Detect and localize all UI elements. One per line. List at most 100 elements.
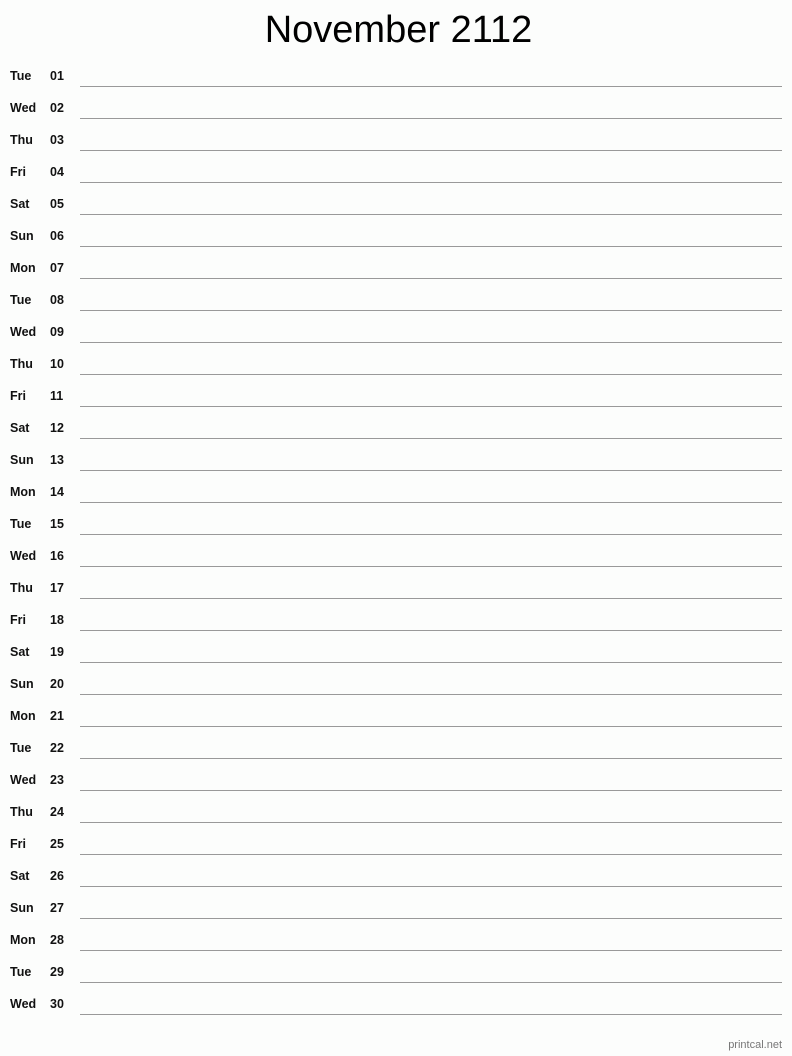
day-number: 03 bbox=[50, 133, 64, 147]
day-of-week: Wed bbox=[10, 101, 37, 115]
day-of-week: Fri bbox=[10, 165, 26, 179]
day-of-week: Sun bbox=[10, 453, 34, 467]
writing-line bbox=[80, 374, 782, 375]
day-of-week: Sat bbox=[10, 421, 30, 435]
day-number: 26 bbox=[50, 869, 64, 883]
day-number: 15 bbox=[50, 517, 64, 531]
day-row: Tue 22 bbox=[0, 732, 792, 764]
writing-line bbox=[80, 598, 782, 599]
day-of-week: Sun bbox=[10, 677, 34, 691]
day-row: Sat 05 bbox=[0, 188, 792, 220]
day-of-week: Sat bbox=[10, 197, 30, 211]
day-row: Mon 07 bbox=[0, 252, 792, 284]
day-row: Sun 06 bbox=[0, 220, 792, 252]
day-of-week: Sun bbox=[10, 901, 34, 915]
day-of-week: Thu bbox=[10, 357, 33, 371]
day-row: Tue 01 bbox=[0, 60, 792, 92]
day-number: 16 bbox=[50, 549, 64, 563]
day-row: Mon 14 bbox=[0, 476, 792, 508]
writing-line bbox=[80, 630, 782, 631]
day-row: Sun 20 bbox=[0, 668, 792, 700]
day-number: 13 bbox=[50, 453, 64, 467]
day-of-week: Wed bbox=[10, 997, 37, 1011]
writing-line bbox=[80, 918, 782, 919]
day-row: Thu 10 bbox=[0, 348, 792, 380]
day-number: 09 bbox=[50, 325, 64, 339]
day-number: 30 bbox=[50, 997, 64, 1011]
day-row: Tue 08 bbox=[0, 284, 792, 316]
writing-line bbox=[80, 822, 782, 823]
page-title: November 2112 bbox=[264, 9, 533, 51]
footer-credit: printcal.net bbox=[728, 1039, 782, 1051]
day-row: Thu 03 bbox=[0, 124, 792, 156]
writing-line bbox=[80, 950, 782, 951]
writing-line bbox=[80, 854, 782, 855]
day-row: Fri 25 bbox=[0, 828, 792, 860]
day-row: Wed 02 bbox=[0, 92, 792, 124]
day-of-week: Mon bbox=[10, 485, 36, 499]
day-row: Sun 27 bbox=[0, 892, 792, 924]
day-number: 05 bbox=[50, 197, 64, 211]
day-of-week: Wed bbox=[10, 549, 37, 563]
day-row: Thu 17 bbox=[0, 572, 792, 604]
day-row: Wed 23 bbox=[0, 764, 792, 796]
day-row: Mon 28 bbox=[0, 924, 792, 956]
day-of-week: Mon bbox=[10, 933, 36, 947]
day-of-week: Sat bbox=[10, 869, 30, 883]
writing-line bbox=[80, 502, 782, 503]
writing-line bbox=[80, 758, 782, 759]
day-of-week: Thu bbox=[10, 805, 33, 819]
day-number: 17 bbox=[50, 581, 64, 595]
day-of-week: Tue bbox=[10, 293, 32, 307]
day-of-week: Fri bbox=[10, 837, 26, 851]
day-number: 21 bbox=[50, 709, 64, 723]
day-number: 04 bbox=[50, 165, 64, 179]
writing-line bbox=[80, 406, 782, 407]
writing-line bbox=[80, 86, 782, 87]
writing-line bbox=[80, 150, 782, 151]
day-of-week: Tue bbox=[10, 741, 32, 755]
day-number: 01 bbox=[50, 69, 64, 83]
day-number: 10 bbox=[50, 357, 64, 371]
day-of-week: Tue bbox=[10, 517, 32, 531]
writing-line bbox=[80, 246, 782, 247]
day-of-week: Tue bbox=[10, 965, 32, 979]
day-of-week: Wed bbox=[10, 773, 37, 787]
day-of-week: Fri bbox=[10, 613, 26, 627]
day-number: 27 bbox=[50, 901, 64, 915]
day-of-week: Mon bbox=[10, 261, 36, 275]
day-row: Wed 16 bbox=[0, 540, 792, 572]
writing-line bbox=[80, 182, 782, 183]
day-row: Mon 21 bbox=[0, 700, 792, 732]
writing-line bbox=[80, 694, 782, 695]
day-number: 20 bbox=[50, 677, 64, 691]
day-number: 06 bbox=[50, 229, 64, 243]
writing-line bbox=[80, 790, 782, 791]
day-row: Fri 18 bbox=[0, 604, 792, 636]
day-row: Sat 26 bbox=[0, 860, 792, 892]
day-number: 24 bbox=[50, 805, 64, 819]
day-of-week: Thu bbox=[10, 133, 33, 147]
writing-line bbox=[80, 438, 782, 439]
day-of-week: Sun bbox=[10, 229, 34, 243]
day-row: Tue 29 bbox=[0, 956, 792, 988]
day-number: 22 bbox=[50, 741, 64, 755]
day-number: 14 bbox=[50, 485, 64, 499]
writing-line bbox=[80, 310, 782, 311]
day-row: Sun 13 bbox=[0, 444, 792, 476]
writing-line bbox=[80, 470, 782, 471]
writing-line bbox=[80, 1014, 782, 1015]
day-row: Wed 30 bbox=[0, 988, 792, 1020]
writing-line bbox=[80, 726, 782, 727]
day-of-week: Mon bbox=[10, 709, 36, 723]
writing-line bbox=[80, 118, 782, 119]
day-row: Fri 04 bbox=[0, 156, 792, 188]
writing-line bbox=[80, 342, 782, 343]
writing-line bbox=[80, 662, 782, 663]
day-list: Tue 01 Wed 02 Thu 03 Fri 04 Sat 05 Sun 06 Mon 07 Tue 08… bbox=[0, 60, 792, 1020]
day-row: Thu 24 bbox=[0, 796, 792, 828]
day-number: 11 bbox=[50, 389, 64, 403]
day-number: 29 bbox=[50, 965, 64, 979]
day-number: 19 bbox=[50, 645, 64, 659]
day-of-week: Thu bbox=[10, 581, 33, 595]
